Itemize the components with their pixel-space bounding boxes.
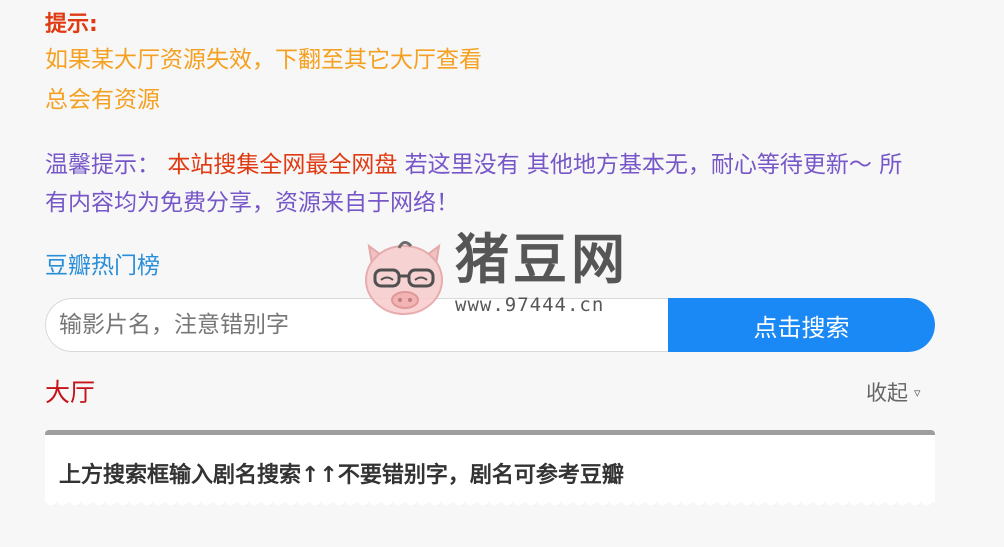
- triangle-down-icon: ▿: [914, 386, 921, 401]
- card-wavy-edge: [45, 500, 935, 508]
- collapse-label: 收起: [866, 381, 908, 405]
- notice-prefix: 温馨提示：: [45, 152, 168, 178]
- notice-text: 温馨提示： 本站搜集全网最全网盘 若这里没有 其他地方基本无，耐心等待更新～ 所…: [45, 146, 925, 222]
- logo-url: www.97444.cn: [455, 294, 605, 316]
- card-text: 上方搜索框输入剧名搜索↑↑不要错别字，剧名可参考豆瓣: [59, 463, 624, 488]
- search-button[interactable]: 点击搜索: [668, 298, 935, 352]
- tip-line-2: 总会有资源: [45, 87, 160, 113]
- tip-line-1: 如果某大厅资源失效，下翻至其它大厅查看: [45, 47, 482, 73]
- pig-logo-icon: [365, 241, 443, 315]
- tip-title: 提示:: [45, 12, 98, 37]
- collapse-toggle[interactable]: 收起 ▿: [866, 378, 921, 409]
- notice-highlight: 本站搜集全网最全网盘: [167, 152, 398, 178]
- hall-title: 大厅: [45, 378, 96, 407]
- douban-hot-link[interactable]: 豆瓣热门榜: [45, 250, 160, 282]
- site-logo: 猪豆网 www.97444.cn: [355, 228, 655, 320]
- logo-name: 猪豆网: [455, 228, 629, 291]
- hall-card: 上方搜索框输入剧名搜索↑↑不要错别字，剧名可参考豆瓣: [45, 430, 935, 508]
